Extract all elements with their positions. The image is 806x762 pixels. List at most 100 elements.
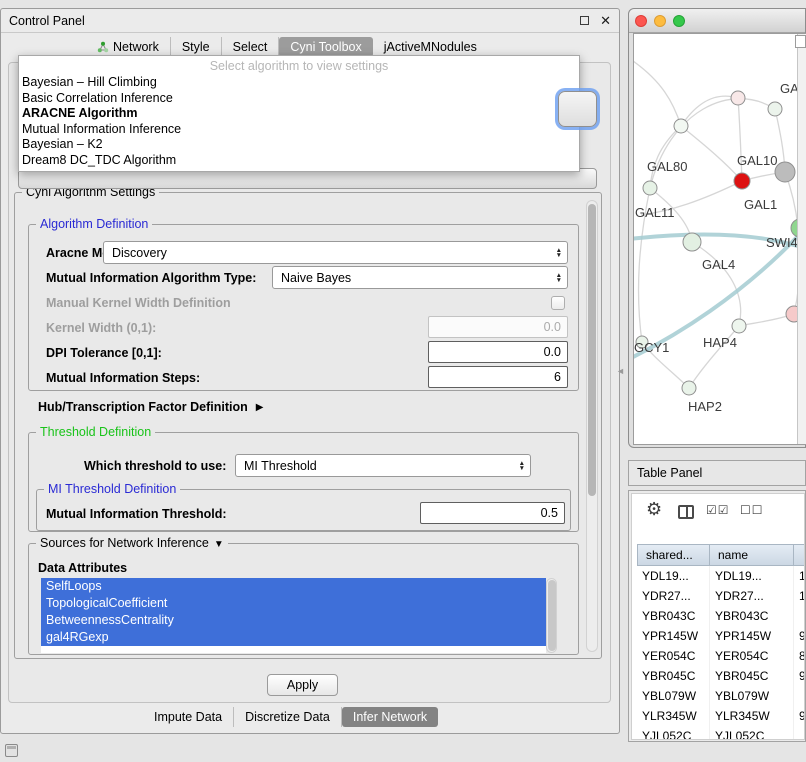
table-cell: 13	[794, 566, 805, 586]
node-label: GAL10	[737, 153, 777, 168]
focused-toolbar-button[interactable]	[558, 91, 597, 127]
table-cell: YBR043C	[710, 606, 794, 626]
attributes-scrollbar[interactable]	[546, 578, 557, 653]
combo-value: MI Threshold	[244, 459, 317, 473]
table-cell: YBR043C	[637, 606, 710, 626]
network-graph[interactable]: GAL7GAL80GAL10GAL11GAL1SWI4GAL4GCY1HAP4H…	[634, 34, 806, 444]
tab-network[interactable]: Network	[86, 37, 171, 57]
table-row[interactable]: YDL19...YDL19...13	[637, 566, 805, 586]
tab-style[interactable]: Style	[171, 37, 222, 57]
network-edge[interactable]	[634, 61, 681, 126]
manual-kernel-checkbox[interactable]	[551, 296, 565, 310]
network-node[interactable]	[732, 319, 746, 333]
hub-definition-toggle[interactable]: Hub/Transcription Factor Definition▶	[38, 400, 263, 414]
tab-jactivemnodules[interactable]: jActiveMNodules	[373, 37, 488, 57]
restore-panel-icon[interactable]	[5, 744, 18, 757]
combo-value: Naive Bayes	[281, 271, 351, 285]
column-header-shared[interactable]: shared...	[637, 544, 710, 566]
network-node[interactable]	[682, 381, 696, 395]
network-edge[interactable]	[681, 96, 738, 126]
close-icon[interactable]: ✕	[600, 14, 611, 27]
updown-arrows-icon: ▲▼	[556, 248, 562, 258]
scrollbar-thumb[interactable]	[588, 204, 596, 496]
network-edge[interactable]	[738, 98, 742, 181]
network-edge[interactable]	[692, 242, 741, 326]
table-cell: YDR27...	[637, 586, 710, 606]
algorithm-option-dream8-dc-tdc-algorithm[interactable]: Dream8 DC_TDC Algorithm	[19, 153, 579, 169]
network-scrollbar[interactable]	[797, 34, 806, 444]
table-row[interactable]: YPR145WYPR145W9.	[637, 626, 805, 646]
bottom-tab-infer-network[interactable]: Infer Network	[342, 707, 438, 727]
network-node[interactable]	[674, 119, 688, 133]
aracne-mode-combobox[interactable]: Discovery ▲▼	[103, 241, 568, 264]
table-row[interactable]: YDR27...YDR27...12	[637, 586, 805, 606]
network-node[interactable]	[768, 102, 782, 116]
node-label: HAP2	[688, 399, 722, 414]
dpi-tolerance-input[interactable]	[428, 341, 568, 363]
scrollbar-thumb[interactable]	[548, 580, 556, 651]
column-header-name[interactable]: name	[710, 544, 794, 566]
sources-toggle[interactable]: Sources for Network Inference▼	[36, 536, 228, 550]
mi-threshold-input[interactable]	[420, 502, 565, 524]
column-selector-icon[interactable]	[678, 505, 694, 519]
network-node[interactable]	[731, 91, 745, 105]
table-row[interactable]: YBR043CYBR043C	[637, 606, 805, 626]
deselect-all-rows-icon[interactable]: ☐☐	[740, 503, 764, 517]
tab-label: Select	[233, 40, 268, 54]
network-edge[interactable]	[650, 126, 681, 188]
network-node[interactable]	[734, 173, 750, 189]
table-cell: YBR045C	[710, 666, 794, 686]
table-row[interactable]: YBL079WYBL079W	[637, 686, 805, 706]
table-row[interactable]: YJL052CYJL052C	[637, 726, 805, 740]
tab-select[interactable]: Select	[222, 37, 280, 57]
algorithm-option-basic-correlation-inference[interactable]: Basic Correlation Inference	[19, 91, 579, 107]
table-cell: 12	[794, 586, 805, 606]
kernel-width-input[interactable]	[428, 316, 568, 338]
table-row[interactable]: YBR045CYBR045C9.	[637, 666, 805, 686]
algorithm-option-bayesian-k2[interactable]: Bayesian – K2	[19, 137, 579, 153]
table-settings-gear-icon[interactable]: ⚙	[646, 499, 662, 520]
table-row[interactable]: YLR345WYLR345W9.	[637, 706, 805, 726]
table-cell: YER054C	[710, 646, 794, 666]
zoom-traffic-light-icon[interactable]	[673, 15, 685, 27]
apply-button[interactable]: Apply	[267, 674, 338, 696]
table-panel-title: Table Panel	[637, 466, 702, 480]
float-window-icon[interactable]	[580, 16, 589, 25]
collapse-arrow-icon[interactable]: ▼	[214, 539, 224, 550]
attribute-item-selfloops[interactable]: SelfLoops	[41, 578, 546, 595]
attribute-item-gal4rgexp[interactable]: gal4RGexp	[41, 629, 546, 646]
network-canvas[interactable]: GAL7GAL80GAL10GAL11GAL1SWI4GAL4GCY1HAP4H…	[633, 33, 806, 445]
minimize-traffic-light-icon[interactable]	[654, 15, 666, 27]
network-tab-icon	[97, 41, 109, 53]
bottom-tab-impute-data[interactable]: Impute Data	[143, 707, 234, 727]
algorithm-option-mutual-information-inference[interactable]: Mutual Information Inference	[19, 122, 579, 138]
mi-steps-label: Mutual Information Steps:	[46, 371, 200, 385]
network-node[interactable]	[683, 233, 701, 251]
table-cell: YPR145W	[710, 626, 794, 646]
network-edge[interactable]	[681, 126, 742, 181]
node-label: GCY1	[634, 340, 669, 355]
tab-cyni-toolbox[interactable]: Cyni Toolbox	[279, 37, 372, 57]
algorithm-option-bayesian-hill-climbing[interactable]: Bayesian – Hill Climbing	[19, 75, 579, 91]
splitter-handle-icon[interactable]: ◄	[616, 366, 625, 376]
select-all-rows-icon[interactable]: ☑☑	[706, 503, 730, 517]
bottom-tab-discretize-data[interactable]: Discretize Data	[234, 707, 342, 727]
network-edge[interactable]	[650, 99, 775, 188]
which-threshold-combobox[interactable]: MI Threshold ▲▼	[235, 454, 531, 477]
algorithm-option-aracne-algorithm[interactable]: ARACNE Algorithm	[19, 106, 579, 122]
table-cell: YJL052C	[710, 726, 794, 740]
scrollbar-widget[interactable]	[795, 35, 806, 48]
close-traffic-light-icon[interactable]	[635, 15, 647, 27]
network-node[interactable]	[643, 181, 657, 195]
attribute-item-topologicalcoefficient[interactable]: TopologicalCoefficient	[41, 595, 546, 612]
mi-steps-input[interactable]	[428, 366, 568, 388]
table-row[interactable]: YER054CYER054C8.	[637, 646, 805, 666]
settings-scrollbar[interactable]	[586, 200, 598, 652]
attribute-item-betweennesscentrality[interactable]: BetweennessCentrality	[41, 612, 546, 629]
algorithm-dropdown-popup: Select algorithm to view settings Bayesi…	[18, 55, 580, 172]
expand-arrow-icon[interactable]: ▶	[256, 402, 264, 413]
column-header-col-2[interactable]	[794, 544, 805, 566]
mi-type-combobox[interactable]: Naive Bayes ▲▼	[272, 266, 568, 289]
network-node[interactable]	[775, 162, 795, 182]
table-cell: YLR345W	[710, 706, 794, 726]
